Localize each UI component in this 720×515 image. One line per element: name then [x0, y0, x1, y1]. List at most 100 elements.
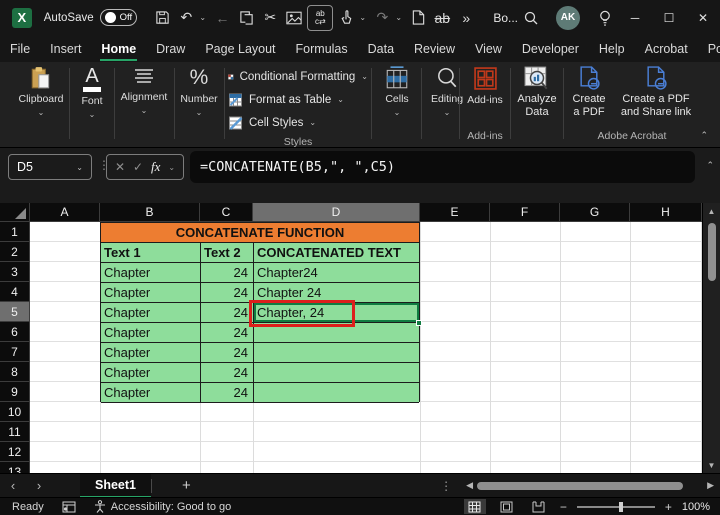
fx-chevron-icon[interactable]: ⌄	[168, 163, 175, 172]
tab-help[interactable]: Help	[589, 37, 635, 61]
row-header-11[interactable]: 11	[0, 422, 30, 442]
normal-view-button[interactable]	[463, 499, 486, 514]
maximize-button[interactable]: ☐	[652, 3, 686, 33]
cell-B7[interactable]: Chapter	[101, 343, 201, 363]
accessibility-icon[interactable]	[94, 500, 106, 513]
select-all-button[interactable]	[0, 203, 30, 222]
column-header-G[interactable]: G	[560, 203, 630, 222]
cell-B2[interactable]: Text 1	[101, 243, 201, 263]
cancel-icon[interactable]: ✕	[115, 160, 125, 174]
cell-D8[interactable]	[254, 363, 419, 383]
tab-data[interactable]: Data	[358, 37, 404, 61]
next-sheet-icon[interactable]: ›	[26, 478, 52, 493]
cell-C2[interactable]: Text 2	[201, 243, 254, 263]
zoom-slider-thumb[interactable]	[618, 501, 623, 512]
scroll-right-icon[interactable]: ▶	[707, 480, 714, 491]
tab-insert[interactable]: Insert	[40, 37, 91, 61]
cell-D9[interactable]	[254, 383, 419, 403]
row-header-1[interactable]: 1	[0, 222, 30, 242]
row-header-12[interactable]: 12	[0, 442, 30, 462]
cell-D3[interactable]: Chapter24	[254, 263, 419, 283]
zoom-in-button[interactable]: +	[665, 500, 672, 514]
prev-sheet-icon[interactable]: ‹	[0, 478, 26, 493]
tab-file[interactable]: File	[0, 37, 40, 61]
insert-function-icon[interactable]: fx	[151, 159, 160, 175]
lightbulb-icon[interactable]	[592, 5, 618, 31]
sheet-tab-sheet1[interactable]: Sheet1	[80, 473, 151, 498]
cut-icon[interactable]: ✂	[259, 6, 281, 30]
alignment-group-button[interactable]: Alignment ⌄	[116, 66, 172, 115]
scroll-up-icon[interactable]: ▲	[703, 207, 720, 216]
column-header-E[interactable]: E	[420, 203, 490, 222]
font-group-button[interactable]: A Font ⌄	[72, 66, 112, 119]
spreadsheet-grid[interactable]: A B C D E F G H 1 2 3 4 5 6 7 8 9 10 11 …	[0, 203, 702, 473]
vertical-scrollbar-thumb[interactable]	[708, 223, 716, 281]
page-layout-view-button[interactable]	[496, 499, 518, 514]
column-header-B[interactable]: B	[100, 203, 200, 222]
column-header-C[interactable]: C	[200, 203, 253, 222]
collapse-ribbon-icon[interactable]: ⌃	[700, 130, 708, 141]
column-header-D[interactable]: D	[253, 203, 420, 222]
row-header-8[interactable]: 8	[0, 362, 30, 382]
column-header-F[interactable]: F	[490, 203, 560, 222]
row-header-13[interactable]: 13	[0, 462, 30, 473]
column-header-H[interactable]: H	[630, 203, 702, 222]
new-file-icon[interactable]	[407, 6, 429, 30]
add-sheet-button[interactable]: +	[182, 477, 191, 494]
name-box-chevron-icon[interactable]: ⌄	[76, 163, 83, 172]
autosave-toggle[interactable]: Off	[99, 9, 138, 26]
create-pdf-button[interactable]: Create a PDF	[566, 66, 612, 119]
copy-icon[interactable]	[235, 6, 257, 30]
cell-C8[interactable]: 24	[201, 363, 254, 383]
create-pdf-share-button[interactable]: Create a PDF and Share link	[614, 66, 698, 119]
row-header-10[interactable]: 10	[0, 402, 30, 422]
row-header-9[interactable]: 9	[0, 382, 30, 402]
cell-B4[interactable]: Chapter	[101, 283, 201, 303]
row-header-6[interactable]: 6	[0, 322, 30, 342]
find-replace-icon[interactable]: ab c⇄	[307, 4, 334, 31]
cell-B8[interactable]: Chapter	[101, 363, 201, 383]
cells-group-button[interactable]: Cells ⌄	[375, 66, 419, 117]
add-ins-button[interactable]: Add-ins	[462, 66, 508, 106]
undo-chevron-icon[interactable]: ⌄	[199, 13, 209, 22]
zoom-slider[interactable]	[576, 501, 655, 512]
user-avatar[interactable]: AK	[556, 5, 580, 30]
search-icon[interactable]	[518, 5, 544, 31]
save-icon[interactable]	[151, 6, 173, 30]
touch-mode-icon[interactable]	[335, 6, 357, 30]
row-header-3[interactable]: 3	[0, 262, 30, 282]
page-break-preview-button[interactable]	[528, 499, 550, 514]
cell-C3[interactable]: 24	[201, 263, 254, 283]
tab-review[interactable]: Review	[404, 37, 465, 61]
cell-B3[interactable]: Chapter	[101, 263, 201, 283]
row-header-4[interactable]: 4	[0, 282, 30, 302]
tab-developer[interactable]: Developer	[512, 37, 589, 61]
zoom-out-button[interactable]: −	[560, 500, 567, 514]
clipboard-group-button[interactable]: Clipboard ⌄	[16, 66, 66, 117]
number-group-button[interactable]: % Number ⌄	[176, 66, 222, 117]
enter-icon[interactable]: ✓	[133, 160, 143, 174]
cell-C4[interactable]: 24	[201, 283, 254, 303]
column-header-A[interactable]: A	[30, 203, 100, 222]
horizontal-scrollbar[interactable]	[477, 481, 685, 491]
scrollbar-grip-icon[interactable]: ⋮	[440, 479, 452, 493]
tab-formulas[interactable]: Formulas	[286, 37, 358, 61]
tab-power-pivot[interactable]: Power Pivot	[698, 37, 720, 61]
format-as-table-button[interactable]: Format as Table ⌄	[228, 88, 368, 111]
close-button[interactable]: ✕	[686, 3, 720, 33]
picture-icon[interactable]	[283, 6, 305, 30]
conditional-formatting-button[interactable]: Conditional Formatting ⌄	[228, 65, 368, 88]
cell-C9[interactable]: 24	[201, 383, 254, 403]
tab-draw[interactable]: Draw	[146, 37, 195, 61]
undo-icon[interactable]: ↶	[175, 6, 197, 30]
name-box[interactable]: D5 ⌄	[8, 154, 92, 180]
scroll-left-icon[interactable]: ◀	[466, 480, 473, 491]
cell-B9[interactable]: Chapter	[101, 383, 201, 403]
cell-B5[interactable]: Chapter	[101, 303, 201, 323]
tab-page-layout[interactable]: Page Layout	[195, 37, 285, 61]
row-header-2[interactable]: 2	[0, 242, 30, 262]
tab-acrobat[interactable]: Acrobat	[635, 37, 698, 61]
cell-styles-button[interactable]: Cell Styles ⌄	[228, 111, 368, 134]
horizontal-scrollbar-thumb[interactable]	[477, 481, 684, 490]
row-header-7[interactable]: 7	[0, 342, 30, 362]
